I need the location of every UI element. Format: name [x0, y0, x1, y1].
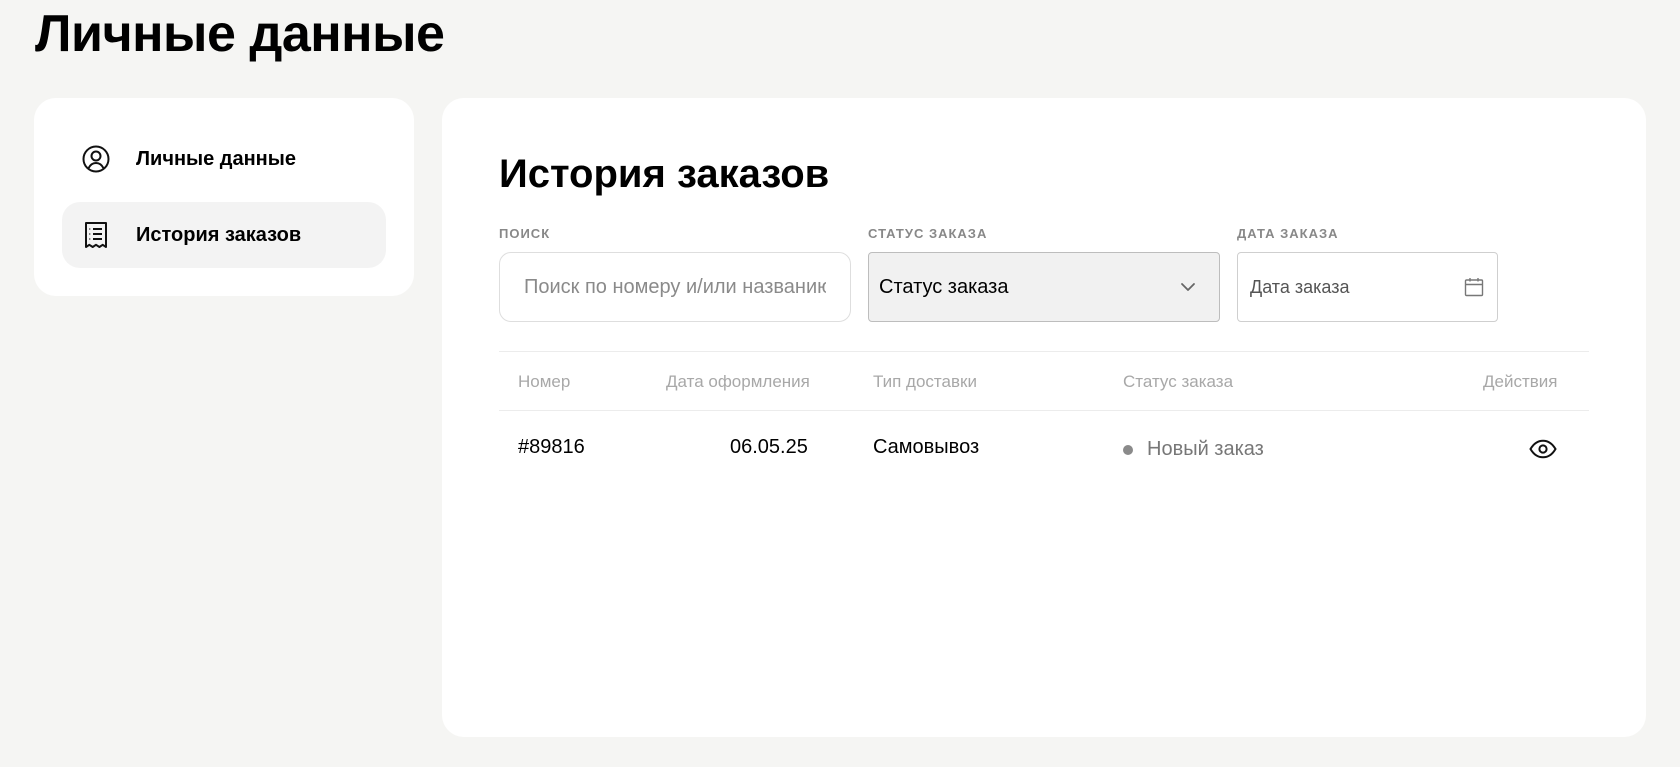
user-circle-icon	[80, 143, 112, 175]
header-number: Номер	[518, 372, 571, 391]
eye-icon	[1529, 439, 1557, 459]
page-title: Личные данные	[35, 5, 445, 63]
chevron-down-icon	[1181, 283, 1195, 291]
status-select-value: Статус заказа	[879, 275, 1009, 298]
order-history-panel: История заказов ПОИСК СТАТУС ЗАКАЗА ДАТА…	[442, 98, 1646, 737]
date-label: ДАТА ЗАКАЗА	[1237, 226, 1339, 241]
section-title: История заказов	[499, 152, 830, 196]
view-order-button[interactable]	[1528, 434, 1558, 464]
order-date: 06.05.25	[730, 436, 808, 458]
sidebar-item-label: Личные данные	[136, 147, 296, 170]
sidebar: Личные данные История заказов	[34, 98, 414, 296]
order-delivery: Самовывоз	[873, 436, 980, 458]
status-select[interactable]: Статус заказа	[868, 252, 1220, 322]
order-status: Новый заказ	[1123, 438, 1264, 461]
search-input[interactable]	[524, 275, 826, 299]
search-label: ПОИСК	[499, 226, 551, 241]
sidebar-item-personal-data[interactable]: Личные данные	[62, 126, 386, 192]
order-number[interactable]: #89816	[518, 436, 585, 459]
order-status-text: Новый заказ	[1147, 438, 1264, 460]
date-picker[interactable]: Дата заказа	[1237, 252, 1498, 322]
header-actions: Действия	[1483, 372, 1558, 391]
status-dot-icon	[1123, 444, 1133, 455]
search-field	[499, 252, 851, 322]
status-label: СТАТУС ЗАКАЗА	[868, 226, 988, 241]
sidebar-item-label: История заказов	[136, 223, 302, 246]
calendar-icon	[1464, 278, 1484, 297]
header-status: Статус заказа	[1123, 372, 1234, 391]
sidebar-item-order-history[interactable]: История заказов	[62, 202, 386, 268]
table-top-divider	[499, 351, 1589, 352]
header-date: Дата оформления	[666, 372, 810, 391]
table-header-divider	[499, 410, 1589, 411]
header-delivery: Тип доставки	[873, 372, 977, 391]
receipt-icon	[80, 219, 112, 251]
date-placeholder: Дата заказа	[1250, 276, 1350, 297]
